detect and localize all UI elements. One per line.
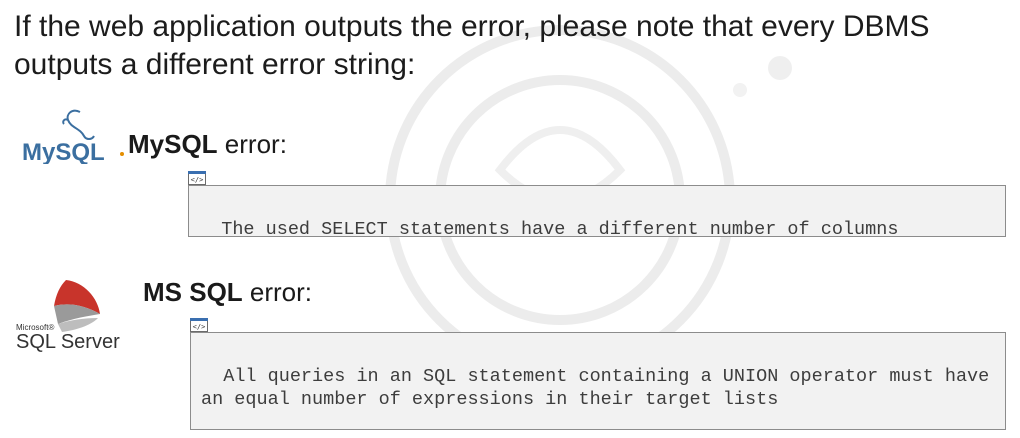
- mssql-logo-text: SQL Server: [16, 331, 120, 352]
- dolphin-icon: [62, 109, 95, 140]
- mysql-heading-bold: MySQL: [128, 129, 218, 159]
- mssql-heading-rest: error:: [242, 277, 313, 307]
- mssql-code-tab-icon: </>: [190, 318, 208, 332]
- mysql-heading-rest: error:: [217, 129, 287, 159]
- mysql-heading: MySQL error:: [128, 128, 287, 160]
- mysql-logo-text: MySQL: [22, 139, 105, 164]
- mssql-heading: MS SQL error:: [143, 276, 312, 308]
- mysql-code-tab-icon: </>: [188, 171, 206, 185]
- sql-server-icon: [54, 280, 100, 332]
- mssql-logo: Microsoft® SQL Server: [14, 272, 144, 353]
- mssql-error-box: All queries in an SQL statement containi…: [190, 332, 1006, 430]
- mysql-error-box: The used SELECT statements have a differ…: [188, 185, 1006, 240]
- mssql-error-text: All queries in an SQL statement containi…: [201, 366, 1001, 410]
- mysql-error-text: The used SELECT statements have a differ…: [221, 219, 899, 240]
- mysql-logo: MySQL: [20, 106, 128, 166]
- mssql-heading-bold: MS SQL: [143, 277, 243, 307]
- intro-text: If the web application outputs the error…: [14, 10, 930, 81]
